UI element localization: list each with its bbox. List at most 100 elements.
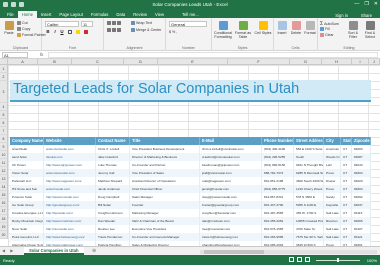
table-cell[interactable]: 9461 N Thought Blvd Ste 400	[294, 161, 324, 169]
row-header[interactable]: 11	[0, 159, 8, 167]
formula-input[interactable]	[48, 52, 378, 58]
table-cell[interactable]: Doug Campbell	[96, 193, 130, 201]
horizontal-scrollbar[interactable]	[200, 249, 377, 254]
table-cell[interactable]: www.visionsolar.com	[44, 169, 96, 177]
table-cell[interactable]: crawford@minutesolar.com	[200, 153, 262, 161]
currency-icon[interactable]: $ % ,	[169, 30, 177, 34]
tab-formulas[interactable]: Formulas	[87, 11, 112, 19]
table-cell[interactable]: South	[294, 153, 324, 161]
table-cell[interactable]: Salt Lake City	[324, 233, 341, 241]
table-cell[interactable]: http://www.rmiohvac.com/	[44, 217, 96, 225]
minimize-button[interactable]: —	[354, 1, 359, 7]
table-cell[interactable]: UT	[341, 225, 352, 233]
add-sheet-icon[interactable]: ⊕	[92, 248, 96, 254]
table-cell[interactable]: travis.h@heliosenergy.net	[200, 233, 262, 241]
zoom-level[interactable]: 100%	[367, 258, 377, 263]
delete-cells-button[interactable]: Delete	[289, 21, 303, 35]
table-cell[interactable]: Rocky Mountain Integr	[10, 217, 44, 225]
font-color-button[interactable]	[84, 30, 89, 35]
table-cell[interactable]: HS Snow and Sun	[10, 185, 44, 193]
tab-home[interactable]: Home	[17, 10, 37, 18]
table-cell[interactable]: Director of Marketing & Business	[130, 153, 200, 161]
table-cell[interactable]: www.hssolar.com	[44, 185, 96, 193]
table-cell[interactable]: Powerco Solar	[10, 193, 44, 201]
table-column-header[interactable]: E-Mail	[200, 137, 262, 145]
row-header[interactable]: 4	[0, 103, 8, 111]
table-cell[interactable]: UF Power	[10, 161, 44, 169]
table-cell[interactable]: UT	[341, 177, 352, 185]
page-layout-view-icon[interactable]	[297, 257, 302, 262]
row-header[interactable]: 13	[0, 175, 8, 183]
table-cell[interactable]: UT	[341, 153, 352, 161]
tab-review[interactable]: Review	[129, 11, 151, 19]
table-cell[interactable]: UT	[341, 217, 352, 225]
table-cell[interactable]: Chief Financial Officer	[130, 185, 200, 193]
table-cell[interactable]: Luke Thomas	[96, 161, 130, 169]
row-header[interactable]: 1	[0, 65, 8, 73]
table-cell[interactable]: 84065	[352, 217, 371, 225]
table-cell[interactable]: http://nuvosolar.com	[44, 225, 96, 233]
table-cell[interactable]: 888-781-7074	[262, 169, 294, 177]
table-cell[interactable]: 4600 South 4000 West	[294, 177, 324, 185]
row-header[interactable]: 6	[0, 119, 8, 127]
tell-me-search[interactable]: Tell me...	[178, 11, 203, 19]
table-cell[interactable]: UT	[341, 145, 352, 153]
row-header[interactable]: 7	[0, 127, 8, 135]
table-cell[interactable]: (801) 856-6775	[262, 185, 294, 193]
table-cell[interactable]: Petra Genetics LLC	[10, 233, 44, 241]
table-cell[interactable]: 4700 State St	[294, 225, 324, 233]
table-cell[interactable]: Travis Henderson	[96, 233, 130, 241]
table-cell[interactable]: Executive Vice President	[130, 225, 200, 233]
table-cell[interactable]: 1210 Cherry Wood Ave	[294, 185, 324, 193]
table-cell[interactable]: 84092	[352, 193, 371, 201]
fill-color-button[interactable]	[76, 30, 81, 35]
table-cell[interactable]: 84037	[352, 201, 371, 209]
clear-button[interactable]: Clear	[320, 33, 334, 38]
table-cell[interactable]: rlee@nuvosolar.com	[200, 225, 262, 233]
table-cell[interactable]: Nuvo Solar	[10, 225, 44, 233]
table-column-header[interactable]: Phone Number	[262, 137, 294, 145]
table-cell[interactable]: UT	[341, 169, 352, 177]
row-header[interactable]: 10	[0, 151, 8, 159]
table-cell[interactable]: Provo	[324, 185, 341, 193]
table-cell[interactable]: Matthew Shepard	[96, 177, 130, 185]
font-size-dropdown[interactable]: 11	[81, 21, 93, 27]
column-header[interactable]: J	[369, 59, 380, 65]
table-cell[interactable]: 84020	[352, 177, 371, 185]
format-cells-button[interactable]: Format	[303, 21, 317, 35]
table-cell[interactable]: 801-437-3700	[262, 201, 294, 209]
column-header[interactable]: H	[322, 59, 352, 65]
table-cell[interactable]: 801-487-3565	[262, 209, 294, 217]
table-cell[interactable]: http://www.ragpower.com/	[44, 177, 96, 185]
table-cell[interactable]: Bill Nolan	[96, 201, 130, 209]
table-cell[interactable]: UT	[341, 193, 352, 201]
table-cell[interactable]: www.vivintsolar.com	[44, 145, 96, 153]
table-cell[interactable]: 801-851-2188	[262, 177, 294, 185]
table-cell[interactable]: dan@rmiohvac.com	[200, 217, 262, 225]
number-format-dropdown[interactable]: General	[169, 21, 207, 27]
underline-button[interactable]: U	[59, 29, 65, 35]
table-cell[interactable]: Creighton Ericsun	[96, 209, 130, 217]
table-column-header[interactable]: Contact Name	[96, 137, 130, 145]
tab-data[interactable]: Data	[112, 11, 129, 19]
row-header[interactable]: 14	[0, 183, 8, 191]
table-cell[interactable]: http://bessolar.com/	[44, 209, 96, 217]
name-box[interactable]: A1	[2, 52, 28, 58]
borders-button[interactable]	[68, 30, 73, 35]
cell-styles-button[interactable]: Cell Styles	[253, 21, 273, 35]
table-cell[interactable]: http://powercosolar.com	[44, 193, 96, 201]
tab-page-layout[interactable]: Page Layout	[55, 11, 87, 19]
table-cell[interactable]: CEO & Chairman of the Board	[130, 217, 200, 225]
table-cell[interactable]: http://gosolargroup.com/	[44, 201, 96, 209]
table-cell[interactable]: UT	[341, 185, 352, 193]
table-cell[interactable]: Salt Lake City	[324, 209, 341, 217]
restore-button[interactable]: ❐	[364, 1, 368, 7]
merge-center-button[interactable]: Merge & Center	[131, 28, 161, 33]
row-header[interactable]: 15	[0, 191, 8, 199]
zoom-slider-handle[interactable]	[337, 258, 339, 262]
table-cell[interactable]: 84604	[352, 169, 371, 177]
table-cell[interactable]: creighton@bessolar.com	[200, 209, 262, 217]
table-cell[interactable]: 84107	[352, 225, 371, 233]
column-header[interactable]: E	[158, 59, 228, 65]
paste-button[interactable]: Paste	[3, 21, 15, 35]
